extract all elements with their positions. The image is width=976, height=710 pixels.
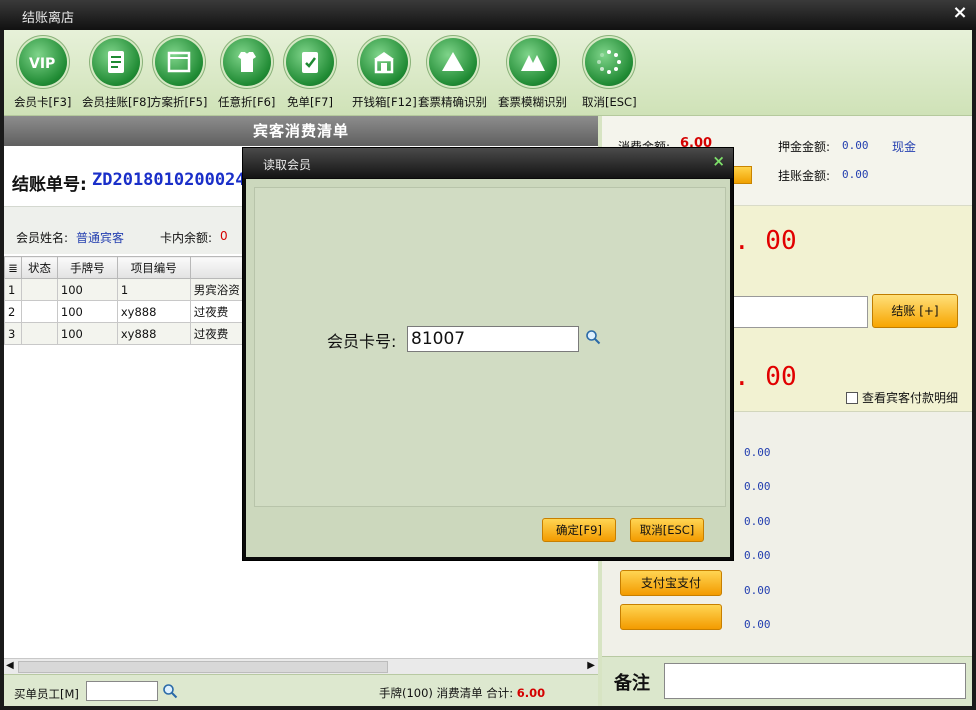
checkbox-icon[interactable] xyxy=(846,392,858,404)
confirm-button[interactable]: 确定[F9] xyxy=(542,518,616,542)
document-icon xyxy=(92,38,141,86)
pay-value: 0.00 xyxy=(744,515,771,528)
row-selector-header-icon[interactable]: ≣ xyxy=(4,256,22,279)
credit-amount-label: 挂账金额: xyxy=(778,169,831,183)
payment-input[interactable] xyxy=(732,296,868,328)
pay-method-button[interactable] xyxy=(620,604,722,630)
dialog-title-bar: 读取会员 × xyxy=(243,148,733,178)
dialog-close-button[interactable]: × xyxy=(712,152,725,170)
toolbar: VIP 会员卡[F3] 会员挂账[F8] 方案折[F5] 任意折[F6] 免单[… xyxy=(4,30,972,116)
search-icon[interactable] xyxy=(585,329,601,348)
pay-value: 0.00 xyxy=(744,446,771,459)
row-code: 1 xyxy=(116,278,191,301)
buyer-staff-label: 买单员工[M] xyxy=(14,687,79,701)
row-hand: 100 xyxy=(56,278,118,301)
shirt-icon xyxy=(222,38,271,86)
row-code: xy888 xyxy=(116,300,191,323)
title-bar: 结账离店 × xyxy=(0,0,976,30)
row-status xyxy=(20,278,58,301)
window-close-button[interactable]: × xyxy=(950,3,970,23)
settle-button[interactable]: 结账 [+] xyxy=(872,294,958,328)
pointer-notch xyxy=(32,194,56,206)
search-icon[interactable] xyxy=(162,683,178,702)
cashbox-icon xyxy=(360,38,409,86)
buyer-staff-input[interactable] xyxy=(86,681,158,701)
bill-summary: 手牌(100) 消费清单 合计: 6.00 xyxy=(379,686,546,700)
ticket-fuzzy-button[interactable]: 套票模糊识别 xyxy=(498,38,567,110)
dialog-title: 读取会员 xyxy=(263,158,312,172)
member-card-label: 会员卡号: xyxy=(327,332,397,351)
member-name-value: 普通宾客 xyxy=(76,231,125,245)
pay-value: 0.00 xyxy=(744,549,771,562)
plan-discount-button[interactable]: 方案折[F5] xyxy=(150,38,207,110)
mountain-icon xyxy=(508,38,557,86)
bill-list-header: 宾客消费清单 xyxy=(4,116,598,146)
open-cashbox-button[interactable]: 开钱箱[F12] xyxy=(352,38,417,110)
pay-value: 0.00 xyxy=(744,480,771,493)
row-status xyxy=(20,322,58,345)
read-member-dialog: 读取会员 × 会员卡号: 81007 确定[F9] 取消[ESC] xyxy=(242,147,734,561)
row-status xyxy=(20,300,58,323)
scroll-right-icon[interactable]: ▶ xyxy=(587,660,595,671)
pay-value: 0.00 xyxy=(744,584,771,597)
free-bill-button[interactable]: 免单[F7] xyxy=(286,38,334,110)
svg-text:VIP: VIP xyxy=(29,56,55,72)
cancel-button[interactable]: 取消[ESC] xyxy=(630,518,704,542)
member-card-button[interactable]: VIP 会员卡[F3] xyxy=(14,38,71,110)
row-index: 2 xyxy=(4,300,22,323)
row-index: 3 xyxy=(4,322,22,345)
member-credit-button[interactable]: 会员挂账[F8] xyxy=(82,38,151,110)
scroll-thumb[interactable] xyxy=(18,661,388,673)
column-header[interactable]: 手牌号 xyxy=(56,256,118,279)
window-title: 结账离店 xyxy=(22,11,75,26)
remark-input[interactable] xyxy=(664,663,966,699)
credit-amount-value: 0.00 xyxy=(842,168,869,181)
scroll-left-icon[interactable]: ◀ xyxy=(6,660,14,671)
row-hand: 100 xyxy=(56,300,118,323)
member-name-label: 会员姓名: xyxy=(16,231,69,245)
bill-number-value: ZD20180102000247 xyxy=(92,170,256,190)
row-code: xy888 xyxy=(116,322,191,345)
card-balance-value: 0 xyxy=(220,229,228,243)
dialog-body: 会员卡号: 81007 确定[F9] 取消[ESC] xyxy=(246,179,730,557)
triangle-icon xyxy=(428,38,477,86)
window-icon xyxy=(154,38,203,86)
any-discount-button[interactable]: 任意折[F6] xyxy=(218,38,275,110)
bill-total: 6.00 xyxy=(516,686,546,700)
change-display: . 00 xyxy=(734,362,797,392)
pay-value: 0.00 xyxy=(744,618,771,631)
column-header[interactable]: 项目编号 xyxy=(116,256,191,279)
remark-label: 备注 xyxy=(614,673,650,694)
vip-icon: VIP xyxy=(18,38,67,86)
amount-due-display: . 00 xyxy=(734,226,797,256)
horizontal-scrollbar[interactable]: ◀ ▶ xyxy=(4,658,598,674)
cancel-toolbar-button[interactable]: 取消[ESC] xyxy=(582,38,637,110)
ticket-exact-button[interactable]: 套票精确识别 xyxy=(418,38,487,110)
deposit-amount-label: 押金金额: xyxy=(778,140,831,154)
member-card-input[interactable]: 81007 xyxy=(407,326,579,352)
payment-mode[interactable]: 现金 xyxy=(892,138,916,155)
row-index: 1 xyxy=(4,278,22,301)
remark-row: 备注 xyxy=(602,656,972,706)
deposit-amount-value: 0.00 xyxy=(842,139,869,152)
bill-footer: 买单员工[M] 手牌(100) 消费清单 合计: 6.00 xyxy=(4,674,598,706)
card-balance-label: 卡内余额: xyxy=(160,231,213,245)
alipay-button[interactable]: 支付宝支付 xyxy=(620,570,722,596)
clipboard-check-icon xyxy=(286,38,334,86)
loading-icon xyxy=(585,38,634,86)
row-hand: 100 xyxy=(56,322,118,345)
column-header[interactable]: 状态 xyxy=(20,256,58,279)
dialog-inner-panel: 会员卡号: 81007 xyxy=(254,187,726,507)
bill-number-label: 结账单号: xyxy=(12,175,87,195)
view-payment-detail-checkbox[interactable]: 查看宾客付款明细 xyxy=(846,389,958,406)
